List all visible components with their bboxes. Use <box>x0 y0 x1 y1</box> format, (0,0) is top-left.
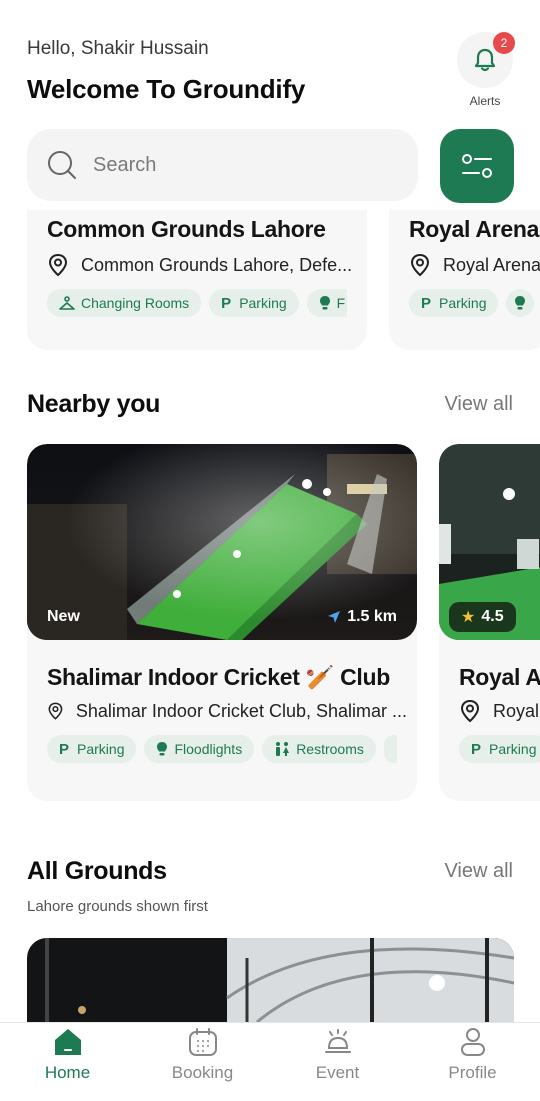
ground-photo: New 1.5 km <box>27 444 417 640</box>
ground-photo: ★ 4.5 <box>439 444 540 640</box>
nav-label: Booking <box>171 1063 234 1082</box>
amenity-chip: P Parking <box>47 735 137 763</box>
nav-label: Home <box>44 1063 91 1082</box>
parking-icon: P <box>421 294 432 312</box>
navigation-arrow-icon <box>328 611 341 623</box>
nav-booking[interactable]: Booking <box>135 1023 270 1101</box>
parking-icon: P <box>221 294 232 312</box>
ground-name: Common Grounds Lahore <box>47 216 326 242</box>
home-icon <box>54 1029 81 1055</box>
alerts-button[interactable]: 2 Alerts <box>457 32 515 108</box>
location-pin-icon <box>48 253 68 277</box>
floodlight-icon <box>157 742 168 756</box>
search-bar[interactable] <box>27 129 418 201</box>
amenity-chip <box>506 289 535 317</box>
location-pin-icon <box>460 699 480 723</box>
alerts-label: Alerts <box>469 94 501 108</box>
parking-icon: P <box>59 740 70 758</box>
search-input[interactable] <box>93 153 373 177</box>
featured-card[interactable]: Common Grounds Lahore Common Grounds Lah… <box>27 210 367 350</box>
ground-location: Royal Arena <box>443 254 540 275</box>
nav-home[interactable]: Home <box>0 1023 135 1101</box>
rating-badge: ★ 4.5 <box>449 602 516 632</box>
changing-room-icon <box>59 296 75 310</box>
floodlight-icon <box>515 296 526 310</box>
location-pin-icon <box>410 253 430 277</box>
ground-name: Shalimar Indoor Cricket 🏏 Club <box>47 664 390 690</box>
filter-button[interactable] <box>440 129 514 203</box>
nearby-card[interactable]: New 1.5 km Shalimar Indoor Cricket 🏏 Clu… <box>27 444 417 801</box>
nearby-card[interactable]: ★ 4.5 Royal Ar Royal PParking <box>439 444 540 801</box>
nav-label: Event <box>315 1063 360 1082</box>
ground-location: Royal <box>493 700 540 721</box>
all-grounds-subtitle: Lahore grounds shown first <box>27 898 208 915</box>
amenity-chip: F <box>306 289 347 317</box>
featured-card[interactable]: Royal Arena Royal Arena P Parking <box>389 210 540 350</box>
nav-event[interactable]: Event <box>270 1023 405 1101</box>
calendar-icon <box>188 1028 217 1056</box>
greeting-text: Hello, Shakir Hussain <box>27 38 209 59</box>
alerts-icon-wrap[interactable]: 2 <box>457 32 515 88</box>
ground-location: Common Grounds Lahore, Defe... <box>81 254 353 275</box>
amenity-chip: P Parking <box>459 735 540 763</box>
welcome-title: Welcome To Groundify <box>27 74 306 104</box>
location-pin-icon <box>48 702 63 720</box>
amenity-chip: Restrooms <box>262 735 376 763</box>
amenity-chip: P Parking <box>409 289 499 317</box>
ground-name: Royal Ar <box>459 664 540 690</box>
alerts-count-badge: 2 <box>493 32 515 54</box>
restroom-icon <box>276 742 290 756</box>
nav-profile[interactable]: Profile <box>405 1023 540 1101</box>
new-badge: New <box>47 608 80 625</box>
user-icon <box>460 1028 485 1056</box>
nav-label: Profile <box>448 1063 497 1082</box>
all-grounds-title: All Grounds <box>27 857 167 885</box>
filter-icon <box>462 154 492 178</box>
ground-photo <box>27 938 514 1022</box>
bell-service-icon <box>324 1029 351 1053</box>
ground-card[interactable] <box>27 938 514 1022</box>
amenity-chip: P Parking <box>209 289 299 317</box>
parking-icon: P <box>471 740 482 758</box>
ground-name: Royal Arena <box>409 216 540 242</box>
star-icon: ★ <box>461 609 476 626</box>
bottom-nav: Home Booking Event Profile <box>0 1022 540 1101</box>
ground-location: Shalimar Indoor Cricket Club, Shalimar .… <box>75 700 407 721</box>
amenity-chip: Changing Rooms <box>47 289 202 317</box>
distance-label: 1.5 km <box>327 608 397 626</box>
search-icon <box>48 151 76 179</box>
nearby-title: Nearby you <box>27 390 161 418</box>
nearby-view-all-link[interactable]: View all <box>444 393 513 416</box>
amenity-chip: Floodlights <box>144 735 255 763</box>
floodlight-icon <box>319 296 330 310</box>
header: Hello, Shakir Hussain Welcome To Groundi… <box>27 32 515 108</box>
amenity-chip <box>383 735 397 763</box>
bell-icon <box>474 48 496 72</box>
all-grounds-view-all-link[interactable]: View all <box>444 860 513 883</box>
